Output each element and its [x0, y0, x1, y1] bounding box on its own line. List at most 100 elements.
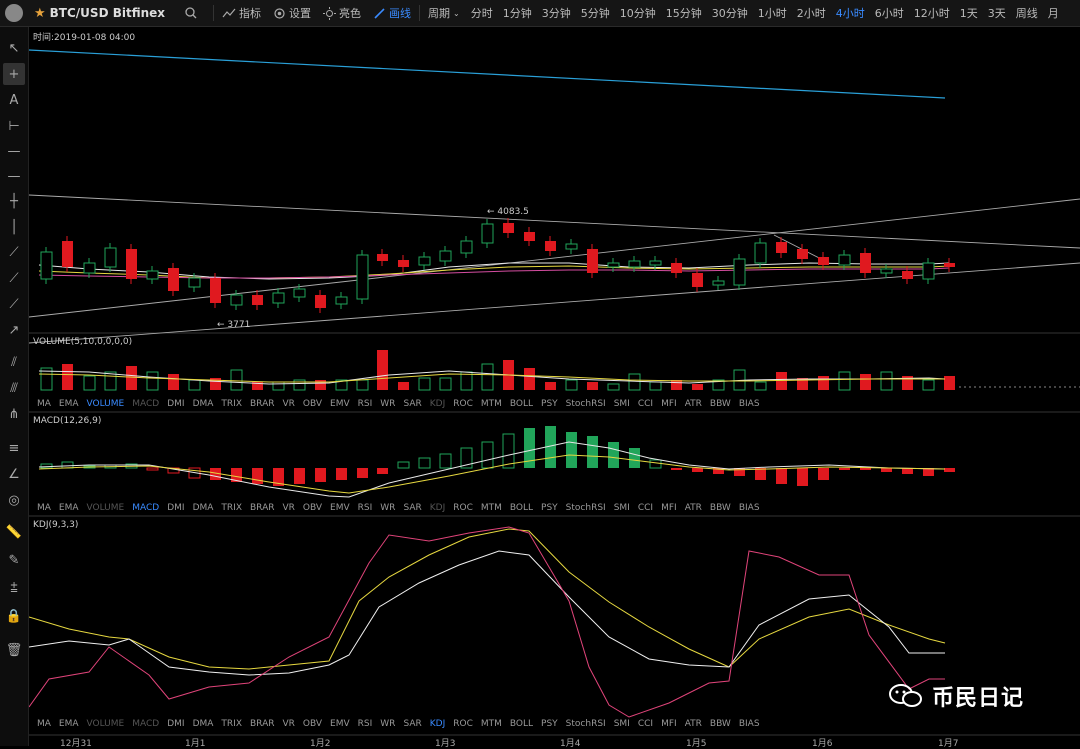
trash-icon[interactable]: 🗑 — [3, 639, 25, 661]
indicator-tab[interactable]: MTM — [477, 503, 506, 513]
timeframe-option[interactable]: 2小时 — [792, 5, 831, 21]
pitchfork-icon[interactable]: ⫻ — [3, 377, 25, 399]
indicator-tab[interactable]: BBW — [706, 399, 735, 409]
extended-line-icon[interactable]: ⟋ — [3, 293, 25, 315]
indicator-tab[interactable]: StochRSI — [562, 503, 610, 513]
indicator-tab[interactable]: CCI — [634, 503, 657, 513]
indicator-tab[interactable]: RSI — [354, 719, 377, 729]
ray-line-icon[interactable]: ⟋ — [3, 267, 25, 289]
search-button[interactable] — [171, 0, 211, 26]
indicator-tab[interactable]: MTM — [477, 399, 506, 409]
indicator-tab[interactable]: MA — [33, 399, 55, 409]
light-theme-button[interactable]: 亮色 — [317, 0, 367, 26]
indicator-tab[interactable]: MFI — [657, 719, 681, 729]
timeframe-option[interactable]: 5分钟 — [576, 5, 615, 21]
support-line[interactable] — [28, 198, 1080, 318]
text-tool-icon[interactable]: A — [3, 89, 25, 111]
indicator-tab[interactable]: ROC — [449, 399, 477, 409]
indicator-tab[interactable]: VR — [278, 399, 298, 409]
timeframe-option[interactable]: 12小时 — [909, 5, 955, 21]
fan-icon[interactable]: ⋔ — [3, 403, 25, 425]
indicator-tab[interactable]: PSY — [537, 503, 562, 513]
gann-icon[interactable]: ∠ — [3, 463, 25, 485]
horizontal-segment-icon[interactable]: — — [3, 165, 25, 187]
indicator-tab[interactable]: SAR — [399, 399, 425, 409]
indicator-tab[interactable]: ATR — [681, 719, 706, 729]
indicator-tab[interactable]: EMA — [55, 399, 83, 409]
timeframe-option[interactable]: 周线 — [1011, 5, 1043, 21]
indicator-tab[interactable]: EMV — [326, 719, 354, 729]
indicator-tab[interactable]: SMI — [610, 399, 634, 409]
logo-icon[interactable] — [0, 0, 28, 26]
indicator-tab[interactable]: VR — [278, 719, 298, 729]
symbol-selector[interactable]: ★ BTC/USD Bitfinex — [28, 6, 171, 21]
lock-icon[interactable]: 🔒 — [3, 605, 25, 627]
indicator-tab[interactable]: TRIX — [217, 719, 246, 729]
timeframe-option[interactable]: 30分钟 — [707, 5, 753, 21]
indicator-tab[interactable]: PSY — [537, 719, 562, 729]
indicator-tab[interactable]: VOLUME — [83, 503, 129, 513]
indicator-tab[interactable]: MACD — [128, 503, 163, 513]
arrow-line-icon[interactable]: ↗ — [3, 319, 25, 341]
fibonacci-icon[interactable]: ≡ — [3, 437, 25, 459]
indicators-button[interactable]: 指标 — [216, 0, 267, 26]
timeframe-option[interactable]: 3分钟 — [537, 5, 576, 21]
chart-area[interactable]: 时间:2019-01-08 04:00 ← 4083.5 ← 3771 VOLU… — [28, 27, 1080, 746]
timeframe-option[interactable]: 15分钟 — [661, 5, 707, 21]
indicator-tab[interactable]: KDJ — [426, 503, 450, 513]
indicator-tab[interactable]: CCI — [634, 399, 657, 409]
indicator-tab[interactable]: MFI — [657, 399, 681, 409]
price-range-icon[interactable]: ┼ — [3, 190, 25, 212]
parallel-channel-icon[interactable]: ⫽ — [3, 351, 25, 373]
timeframe-option[interactable]: 6小时 — [870, 5, 909, 21]
indicator-tab[interactable]: StochRSI — [562, 719, 610, 729]
magnet-icon[interactable]: ⩲ — [3, 577, 25, 599]
chart-canvas[interactable] — [28, 27, 1080, 746]
indicator-tab[interactable]: MA — [33, 503, 55, 513]
indicator-tab[interactable]: EMA — [55, 503, 83, 513]
indicator-tab[interactable]: BRAR — [246, 503, 278, 513]
indicator-tab[interactable]: MACD — [128, 399, 163, 409]
indicator-tab[interactable]: BIAS — [735, 719, 764, 729]
period-dropdown[interactable]: 周期 ⌄ — [422, 0, 466, 26]
indicator-tab[interactable]: BRAR — [246, 719, 278, 729]
indicator-tab[interactable]: DMA — [189, 503, 218, 513]
indicator-tab[interactable]: ROC — [449, 503, 477, 513]
indicator-tab[interactable]: OBV — [299, 719, 326, 729]
timeframe-option[interactable]: 1分钟 — [498, 5, 537, 21]
indicator-tab[interactable]: SMI — [610, 503, 634, 513]
timeframe-option[interactable]: 分时 — [466, 5, 498, 21]
indicator-tab[interactable]: DMI — [163, 719, 188, 729]
indicator-tab[interactable]: DMI — [163, 399, 188, 409]
indicator-tab[interactable]: RSI — [354, 503, 377, 513]
indicator-tab[interactable]: TRIX — [217, 399, 246, 409]
indicator-tab[interactable]: RSI — [354, 399, 377, 409]
indicator-tab[interactable]: BOLL — [506, 719, 537, 729]
indicator-tab[interactable]: BBW — [706, 719, 735, 729]
indicator-tab[interactable]: EMV — [326, 399, 354, 409]
indicator-tab[interactable]: WR — [376, 399, 399, 409]
blue-trend-line[interactable] — [28, 49, 946, 99]
indicator-tab[interactable]: ATR — [681, 503, 706, 513]
indicator-tab[interactable]: KDJ — [426, 719, 450, 729]
brush-icon[interactable]: ✎ — [3, 549, 25, 571]
indicator-tab[interactable]: SAR — [399, 503, 425, 513]
timeframe-option[interactable]: 月 — [1043, 5, 1064, 21]
indicator-tab[interactable]: VOLUME — [83, 399, 129, 409]
indicator-tab[interactable]: MTM — [477, 719, 506, 729]
ruler-icon[interactable]: 📏 — [3, 521, 25, 543]
spiral-icon[interactable]: ◎ — [3, 489, 25, 511]
indicator-tab[interactable]: BIAS — [735, 399, 764, 409]
draw-line-button[interactable]: 画线 — [367, 0, 417, 26]
indicator-tab[interactable]: OBV — [299, 503, 326, 513]
horizontal-ray-icon[interactable]: ⊢ — [3, 115, 25, 137]
timeframe-option[interactable]: 1小时 — [753, 5, 792, 21]
indicator-tab[interactable]: PSY — [537, 399, 562, 409]
indicator-tab[interactable]: BIAS — [735, 503, 764, 513]
indicator-tab[interactable]: VOLUME — [83, 719, 129, 729]
indicator-tab[interactable]: BRAR — [246, 399, 278, 409]
cursor-arrow-icon[interactable]: ↖ — [3, 37, 25, 59]
vertical-line-icon[interactable]: │ — [3, 216, 25, 238]
indicator-tab[interactable]: MACD — [128, 719, 163, 729]
indicator-tab[interactable]: EMA — [55, 719, 83, 729]
